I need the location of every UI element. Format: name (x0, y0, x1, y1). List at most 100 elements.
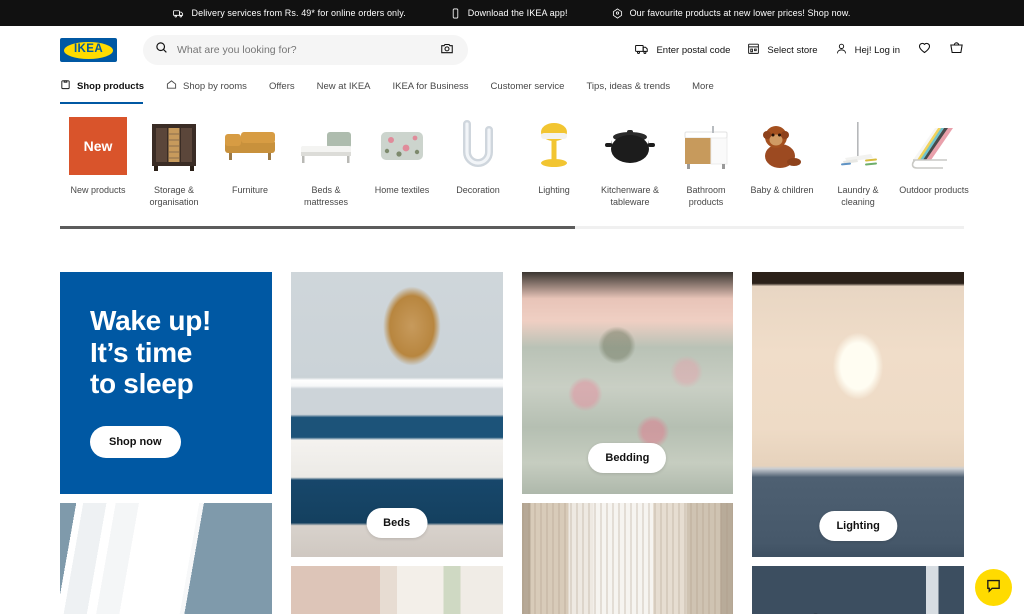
bed-photo (296, 116, 356, 176)
soft-toy-monkey-photo (752, 116, 812, 176)
promo-item-delivery[interactable]: Delivery services from Rs. 49* for onlin… (173, 8, 406, 19)
cabinet-photo (144, 116, 204, 176)
favourites-button[interactable] (917, 40, 932, 60)
promo-item-offers[interactable]: Our favourite products at new lower pric… (612, 7, 851, 19)
nav-label: Shop products (77, 80, 145, 92)
category-lighting[interactable]: Lighting (516, 116, 592, 197)
select-store-label: Select store (767, 44, 818, 56)
category-baby-children[interactable]: Baby & children (744, 116, 820, 197)
category-label: Kitchenware & tableware (600, 185, 660, 207)
pink-room-tile[interactable] (290, 566, 503, 614)
wardrobe-tile[interactable] (60, 503, 272, 614)
lighting-pill-button[interactable]: Lighting (819, 511, 897, 542)
category-scrollbar-thumb[interactable] (60, 226, 576, 230)
category-decoration[interactable]: Decoration (440, 116, 516, 197)
cushion-photo (372, 116, 432, 176)
lighting-tile[interactable]: Lighting (752, 272, 964, 558)
nav-item-new-at-ikea[interactable]: New at IKEA (317, 81, 371, 100)
category-label: Laundry & cleaning (837, 185, 879, 207)
nav-item-ikea-for-business[interactable]: IKEA for Business (393, 81, 469, 100)
clipboard-icon (60, 79, 71, 93)
nav-item-more[interactable]: More (692, 81, 714, 100)
nav-item-shop-by-rooms[interactable]: Shop by rooms (166, 79, 247, 101)
chat-bubble-icon (985, 577, 1002, 599)
nav-item-tips-ideas-trends[interactable]: Tips, ideas & trends (586, 81, 670, 100)
category-storage-organisation[interactable]: Storage & organisation (136, 116, 212, 208)
header-actions: Enter postal code Select store Hej! Log … (635, 40, 964, 60)
select-store-button[interactable]: Select store (747, 42, 818, 58)
login-button[interactable]: Hej! Log in (835, 42, 900, 58)
category-label: Storage & organisation (149, 185, 199, 207)
category-carousel[interactable]: New New products Storage & organisation (0, 104, 1024, 208)
category-beds-mattresses[interactable]: Beds & mattresses (288, 116, 364, 208)
home-icon (166, 79, 177, 93)
promo-text: Download the IKEA app! (467, 8, 568, 18)
shop-now-button[interactable]: Shop now (90, 425, 181, 458)
ikea-logo[interactable]: IKEA (60, 38, 117, 62)
hero-title: Wake up! It’s time to sleep (90, 305, 242, 400)
category-outdoor-products[interactable]: Outdoor products (896, 116, 972, 197)
category-label: Baby & children (750, 185, 814, 195)
category-label: Decoration (456, 185, 500, 195)
bedding-tile[interactable]: Bedding (521, 272, 734, 495)
shopping-bag-icon (949, 40, 964, 60)
grid-column-2: Beds (290, 272, 503, 614)
curtains-tile[interactable] (521, 503, 734, 614)
category-label: Beds & mattresses (303, 185, 348, 207)
clock-tile[interactable] (752, 566, 964, 614)
grid-column-3: Bedding (521, 272, 734, 614)
promo-text: Our favourite products at new lower pric… (629, 8, 851, 18)
promo-item-app[interactable]: Download the IKEA app! (450, 8, 568, 19)
deck-chair-photo (904, 116, 964, 176)
beds-pill-button[interactable]: Beds (366, 508, 428, 539)
bedding-pill-button[interactable]: Bedding (588, 443, 667, 474)
glass-vase-photo (448, 116, 508, 176)
hero-banner[interactable]: Wake up! It’s time to sleep Shop now (60, 272, 272, 495)
category-label: New products (70, 185, 126, 195)
search-bar[interactable] (143, 35, 468, 65)
nav-label: More (692, 80, 714, 92)
nav-item-offers[interactable]: Offers (269, 81, 295, 100)
camera-search-icon[interactable] (440, 41, 454, 60)
category-bathroom-products[interactable]: Bathroom products (668, 116, 744, 208)
grid-column-1: Wake up! It’s time to sleep Shop now (60, 272, 272, 614)
promo-text: Delivery services from Rs. 49* for onlin… (191, 8, 406, 18)
main-navigation: Shop products Shop by rooms Offers New a… (0, 74, 1024, 104)
nav-label: Customer service (490, 80, 565, 92)
category-label: Bathroom products (686, 185, 726, 207)
nav-label: Shop by rooms (183, 80, 247, 92)
cart-button[interactable] (949, 40, 964, 60)
category-furniture[interactable]: Furniture (212, 116, 288, 197)
store-icon (747, 42, 760, 58)
category-label: Home textiles (374, 185, 430, 195)
user-icon (835, 42, 848, 58)
nav-item-customer-service[interactable]: Customer service (491, 81, 565, 100)
chat-support-button[interactable] (975, 569, 1012, 606)
active-tab-indicator (60, 102, 143, 104)
nav-label: Offers (268, 80, 295, 92)
search-input[interactable] (177, 44, 440, 56)
new-badge-tile: New (68, 116, 128, 176)
nav-item-shop-products[interactable]: Shop products (60, 79, 144, 101)
heart-icon (917, 40, 932, 60)
wall-clock-photo (752, 566, 964, 614)
mobile-phone-icon (450, 8, 461, 19)
promo-grid: Wake up! It’s time to sleep Shop now Bed… (60, 272, 964, 614)
delivery-truck-icon (173, 8, 184, 19)
category-kitchenware-tableware[interactable]: Kitchenware & tableware (592, 116, 668, 208)
site-header: IKEA Enter postal code (0, 26, 1024, 74)
delivery-truck-icon (635, 42, 649, 59)
postal-code-button[interactable]: Enter postal code (635, 42, 730, 59)
sink-cabinet-photo (676, 116, 736, 176)
login-label: Hej! Log in (854, 44, 900, 56)
category-laundry-cleaning[interactable]: Laundry & cleaning (820, 116, 896, 208)
curtains-window-photo (521, 503, 734, 614)
category-label: Lighting (538, 185, 570, 195)
pink-wall-room-photo (290, 566, 503, 614)
category-new-products[interactable]: New New products (60, 116, 136, 197)
category-home-textiles[interactable]: Home textiles (364, 116, 440, 197)
category-scrollbar[interactable] (60, 226, 964, 230)
logo-text: IKEA (73, 43, 104, 56)
beds-tile[interactable]: Beds (290, 272, 503, 558)
hero-title-line-2: It’s time (90, 336, 193, 368)
